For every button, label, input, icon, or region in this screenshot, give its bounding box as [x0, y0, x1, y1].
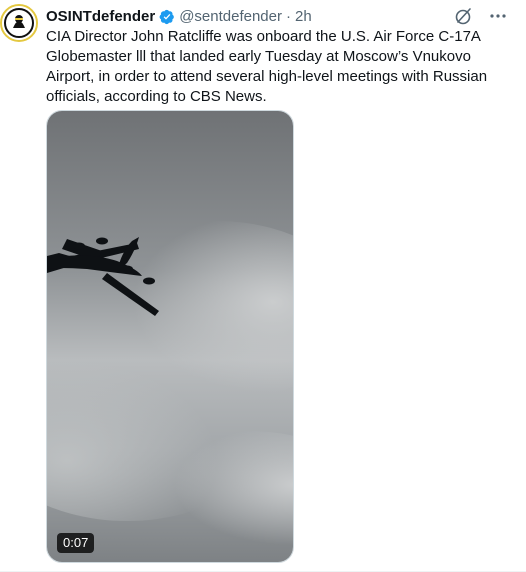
- header-actions: [454, 6, 508, 26]
- osint-logo: [2, 6, 36, 40]
- grok-icon[interactable]: [454, 6, 474, 26]
- display-name[interactable]: OSINTdefender: [46, 8, 155, 26]
- handle[interactable]: @sentdefender: [179, 8, 282, 26]
- separator-dot: ·: [285, 8, 291, 25]
- timestamp[interactable]: 2h: [295, 8, 312, 26]
- video-duration: 0:07: [57, 533, 95, 553]
- more-options-icon[interactable]: [488, 6, 508, 26]
- verified-badge-icon: [159, 9, 175, 25]
- video-thumbnail: [47, 111, 293, 562]
- tweet[interactable]: OSINTdefender @sentdefender · 2h CIA Dir: [0, 0, 526, 572]
- video-player[interactable]: 0:07: [46, 110, 294, 563]
- tweet-header: OSINTdefender @sentdefender · 2h: [46, 8, 312, 26]
- avatar[interactable]: [0, 4, 38, 42]
- tweet-text: CIA Director John Ratcliffe was onboard …: [46, 28, 488, 105]
